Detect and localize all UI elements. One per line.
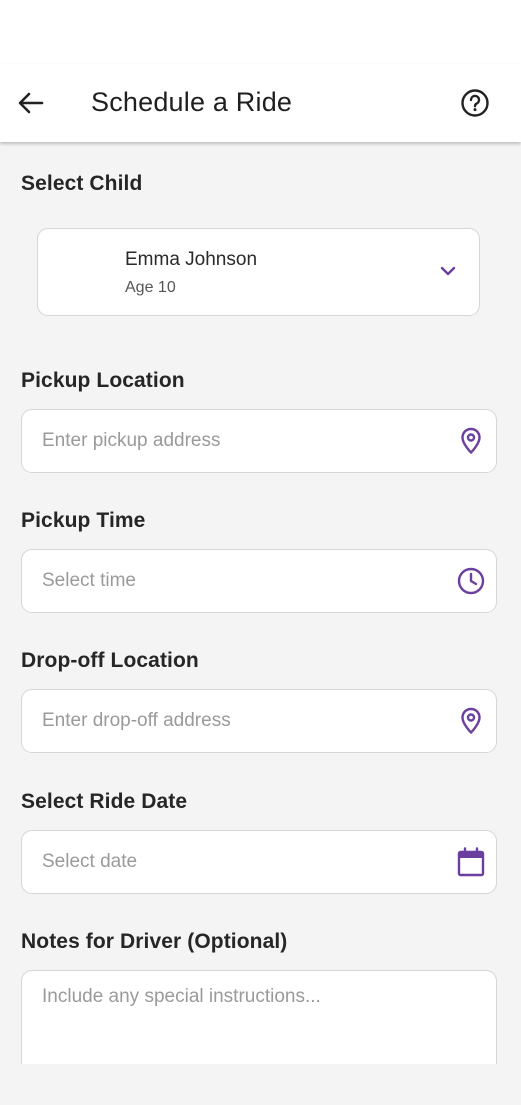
pickup-location-label: Pickup Location — [21, 369, 185, 392]
help-button[interactable] — [459, 87, 491, 119]
ride-date-input[interactable] — [42, 831, 442, 893]
child-selector[interactable]: Emma Johnson Age 10 — [37, 228, 480, 316]
calendar-icon — [457, 847, 485, 877]
schedule-form: Select Child Emma Johnson Age 10 Pickup … — [0, 142, 521, 1064]
pickup-time-field — [21, 549, 497, 613]
pickup-location-input[interactable] — [42, 410, 442, 472]
notes-textarea[interactable] — [42, 985, 442, 1055]
clock-icon — [457, 567, 485, 595]
dropoff-location-field — [21, 689, 497, 753]
ride-date-label: Select Ride Date — [21, 790, 188, 813]
page-title: Schedule a Ride — [91, 87, 293, 117]
app-bar: Schedule a Ride — [0, 64, 521, 142]
pickup-time-label: Pickup Time — [21, 509, 146, 532]
pickup-time-input[interactable] — [42, 550, 442, 612]
pickup-location-field — [21, 409, 497, 473]
dropoff-location-input[interactable] — [42, 690, 442, 752]
bottom-safe-area — [0, 1064, 521, 1105]
map-pin-icon — [461, 707, 481, 734]
notes-field — [21, 970, 497, 1064]
dropoff-location-label: Drop-off Location — [21, 649, 199, 672]
chevron-down-icon — [440, 266, 456, 276]
ride-date-field — [21, 830, 497, 894]
map-pin-icon — [461, 427, 481, 454]
select-child-label: Select Child — [21, 172, 143, 195]
child-age: Age 10 — [125, 279, 176, 296]
dropoff-location-icon-button[interactable] — [456, 706, 486, 736]
arrow-left-icon — [18, 92, 44, 114]
pickup-time-icon-button[interactable] — [456, 566, 486, 596]
pickup-location-icon-button[interactable] — [456, 426, 486, 456]
child-name: Emma Johnson — [125, 249, 258, 270]
status-bar — [0, 0, 521, 64]
help-circle-icon — [461, 89, 489, 117]
back-button[interactable] — [14, 86, 48, 120]
notes-label: Notes for Driver (Optional) — [21, 930, 288, 953]
ride-date-icon-button[interactable] — [456, 847, 486, 877]
